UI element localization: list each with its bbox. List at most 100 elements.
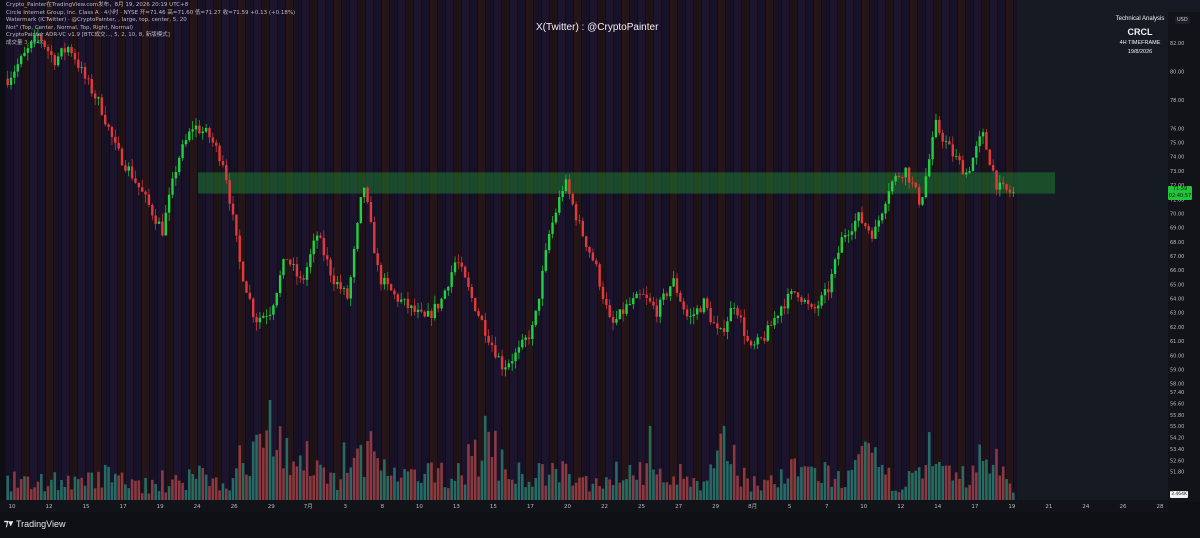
candle-body (191, 129, 194, 132)
candle-body (847, 234, 850, 236)
candle-body (211, 137, 215, 143)
candle-body (837, 252, 840, 260)
volume-indicator-line[interactable]: 成交量 3.464K (6, 40, 295, 48)
session-stripes (6, 0, 1021, 500)
candle-body (756, 337, 759, 345)
volume-bar (29, 489, 33, 500)
candle-body (517, 347, 521, 353)
volume-bar (275, 449, 279, 500)
volume-bar (864, 441, 867, 500)
watermark-indicator-line[interactable]: Watermark (ICTwitter) · @CryptoPainter, … (6, 17, 295, 25)
volume-bar (420, 482, 423, 500)
session-stripe (854, 0, 861, 500)
candle-body (255, 317, 258, 323)
volume-bar (56, 490, 60, 500)
volume-bar (396, 481, 400, 500)
session-stripe (406, 0, 413, 500)
candle-body (241, 261, 245, 282)
candle-body (97, 97, 100, 99)
candle-body (181, 144, 184, 158)
candle-body (9, 77, 13, 86)
candle-body (63, 48, 67, 53)
candle-body (914, 182, 917, 188)
candle-body (23, 52, 26, 57)
volume-bar (134, 480, 137, 500)
volume-bar (850, 469, 854, 500)
volume-bar (1005, 479, 1008, 500)
volume-bar (840, 487, 844, 500)
candle-body (635, 293, 638, 299)
candle-body (578, 220, 581, 222)
candle-body (679, 292, 682, 302)
volume-bar (608, 479, 612, 500)
time-axis[interactable] (0, 500, 1168, 512)
volume-bar (93, 488, 97, 500)
session-stripe (790, 0, 797, 500)
analysis-info-box: Technical Analysis CRCL 4H TIMEFRAME 19/… (1100, 16, 1180, 55)
volume-bar (258, 433, 262, 500)
volume-bar (282, 468, 285, 500)
volume-bar (968, 484, 971, 500)
candle-body (527, 337, 531, 340)
tradingview-logo[interactable]: ⁊▾ TradingView (4, 518, 66, 529)
volume-bar (130, 479, 134, 500)
candle-body (894, 175, 897, 182)
session-stripe (510, 0, 517, 500)
volume-bar (332, 472, 336, 500)
candle-body (1002, 182, 1005, 185)
candle-body (669, 286, 672, 297)
session-stripe (174, 0, 181, 500)
candle-body (601, 286, 605, 299)
volume-bar (164, 492, 168, 500)
volume-bar (174, 474, 178, 500)
candle-body (541, 270, 544, 299)
volume-bar (779, 469, 783, 500)
candle-body (252, 298, 255, 318)
session-stripe (102, 0, 109, 500)
time-tick-label: 22 (601, 504, 608, 510)
session-stripe (966, 0, 973, 500)
session-stripe (390, 0, 397, 500)
time-tick-label: 3 (344, 504, 348, 510)
session-stripe (198, 0, 205, 500)
candle-body (151, 204, 154, 216)
candle-body (682, 301, 685, 310)
price-tick-label: 57.40 (1170, 390, 1184, 396)
price-tick-label: 73.00 (1170, 169, 1184, 175)
candle-body (732, 307, 736, 309)
price-tick-label: 78.00 (1170, 98, 1184, 104)
price-tick-label: 65.00 (1170, 282, 1184, 288)
volume-bar (87, 472, 90, 500)
candle-body (961, 160, 965, 175)
candle-body (19, 56, 23, 65)
currency-button[interactable]: USD (1175, 16, 1190, 24)
candle-body (473, 297, 477, 312)
volume-bar (362, 476, 366, 500)
candle-body (292, 264, 295, 265)
price-chart[interactable]: 82.0080.0078.0076.0075.0074.0073.0072.00… (0, 0, 1200, 538)
adr-indicator-line[interactable]: CryptoPainter ADR-VC v1.9 [BTC成交..., 5, … (6, 32, 295, 40)
symbol-ohlc-line[interactable]: Circle Internet Group, Inc. Class A · 4小… (6, 10, 295, 18)
session-stripe (38, 0, 45, 500)
volume-bar (921, 478, 924, 500)
volume-bar (1001, 466, 1005, 500)
volume-bar (786, 478, 790, 500)
candle-body (706, 298, 709, 309)
volume-bar (117, 475, 120, 500)
volume-bar (440, 462, 443, 500)
volume-bar (312, 475, 316, 500)
time-tick-label: 15 (83, 504, 90, 510)
volume-bar (63, 486, 67, 500)
candle-body (901, 177, 904, 178)
candle-body (924, 176, 928, 198)
candle-body (608, 305, 611, 317)
candle-body (13, 71, 16, 78)
candle-body (282, 259, 285, 276)
volume-bar (699, 490, 702, 500)
volume-bar (830, 486, 833, 500)
volume-bar (722, 425, 726, 500)
candle-body (258, 317, 262, 323)
volume-bar (628, 464, 632, 500)
volume-bar (171, 479, 174, 500)
volume-bar (709, 464, 712, 500)
